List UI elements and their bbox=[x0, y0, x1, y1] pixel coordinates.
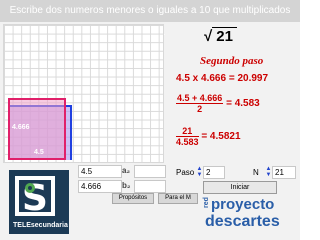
equation-quotient: 21 4.583 = 4.5821 bbox=[176, 126, 241, 147]
fraction-average-denominator: 2 bbox=[197, 104, 203, 114]
instruction-bar: Escribe dos numeros menores o iguales a … bbox=[0, 0, 300, 38]
a2-label: a₂ bbox=[122, 166, 131, 175]
n-stepper[interactable]: ▲ ▼ bbox=[265, 166, 272, 178]
svg-text:S: S bbox=[22, 178, 48, 219]
paso-label: Paso bbox=[176, 168, 195, 177]
paso-stepper[interactable]: ▲ ▼ bbox=[196, 166, 203, 178]
a2-field[interactable] bbox=[134, 165, 166, 178]
grid-panel: 4.666 4.5 bbox=[3, 24, 164, 163]
fraction-average-numerator: 4.5 + 4.666 bbox=[176, 93, 224, 104]
square-root: √ 21 bbox=[204, 27, 237, 45]
red-small-text: red bbox=[203, 197, 210, 208]
b2-field[interactable] bbox=[134, 180, 166, 193]
equation-product: 4.5 x 4.666 = 20.997 bbox=[176, 73, 269, 84]
fraction-quotient: 21 4.583 bbox=[176, 126, 199, 147]
tab-propositos[interactable]: Propósitos bbox=[112, 193, 154, 204]
b-value-field[interactable]: 4.666 bbox=[78, 180, 122, 193]
rect-a-label: 4.666 bbox=[12, 124, 30, 131]
b2-label: b₂ bbox=[122, 181, 131, 190]
rect-b-label: 4.5 bbox=[34, 149, 44, 156]
descartes-text: descartes bbox=[205, 213, 280, 230]
radical-icon: √ bbox=[204, 28, 213, 45]
fraction-average: 4.5 + 4.666 2 bbox=[176, 93, 224, 114]
n-label: N bbox=[253, 168, 259, 177]
paso-field[interactable]: 2 bbox=[203, 166, 225, 179]
fraction-quotient-result: = 4.5821 bbox=[201, 131, 241, 143]
fraction-quotient-numerator: 21 bbox=[176, 126, 199, 137]
tab-bar: Propósitos Para el M bbox=[72, 193, 217, 204]
step-title: Segundo paso bbox=[200, 55, 264, 67]
fraction-average-result: = 4.583 bbox=[226, 98, 260, 110]
telesecundaria-wordmark: TELEsecundaria bbox=[13, 222, 68, 229]
s-icon: S bbox=[15, 176, 55, 219]
fraction-quotient-denominator: 4.583 bbox=[176, 137, 199, 147]
equation-average: 4.5 + 4.666 2 = 4.583 bbox=[176, 93, 260, 114]
radicand: 21 bbox=[212, 27, 237, 45]
proyecto-text: proyecto bbox=[211, 196, 275, 213]
tab-para-el-maestro[interactable]: Para el M bbox=[158, 193, 198, 204]
n-field[interactable]: 21 bbox=[272, 166, 296, 179]
applet-window: Escribe dos numeros menores o iguales a … bbox=[0, 0, 300, 240]
a-value-field[interactable]: 4.5 bbox=[78, 165, 122, 178]
